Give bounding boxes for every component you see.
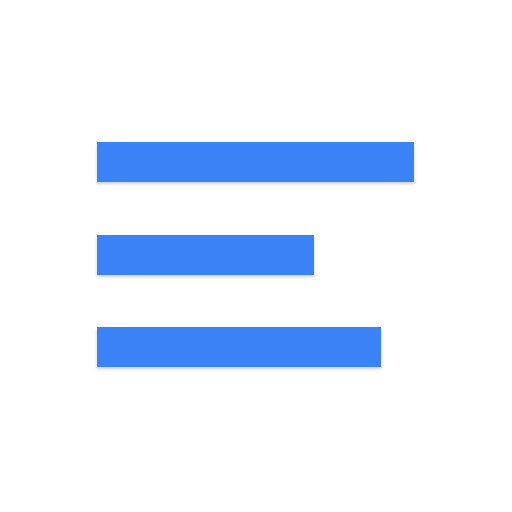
icon-line-middle: [97, 235, 314, 275]
icon-line-top: [97, 142, 414, 182]
text-align-left-icon: [0, 0, 512, 512]
icon-line-bottom: [97, 327, 381, 367]
text-align-left-icon-svg: [97, 142, 414, 367]
